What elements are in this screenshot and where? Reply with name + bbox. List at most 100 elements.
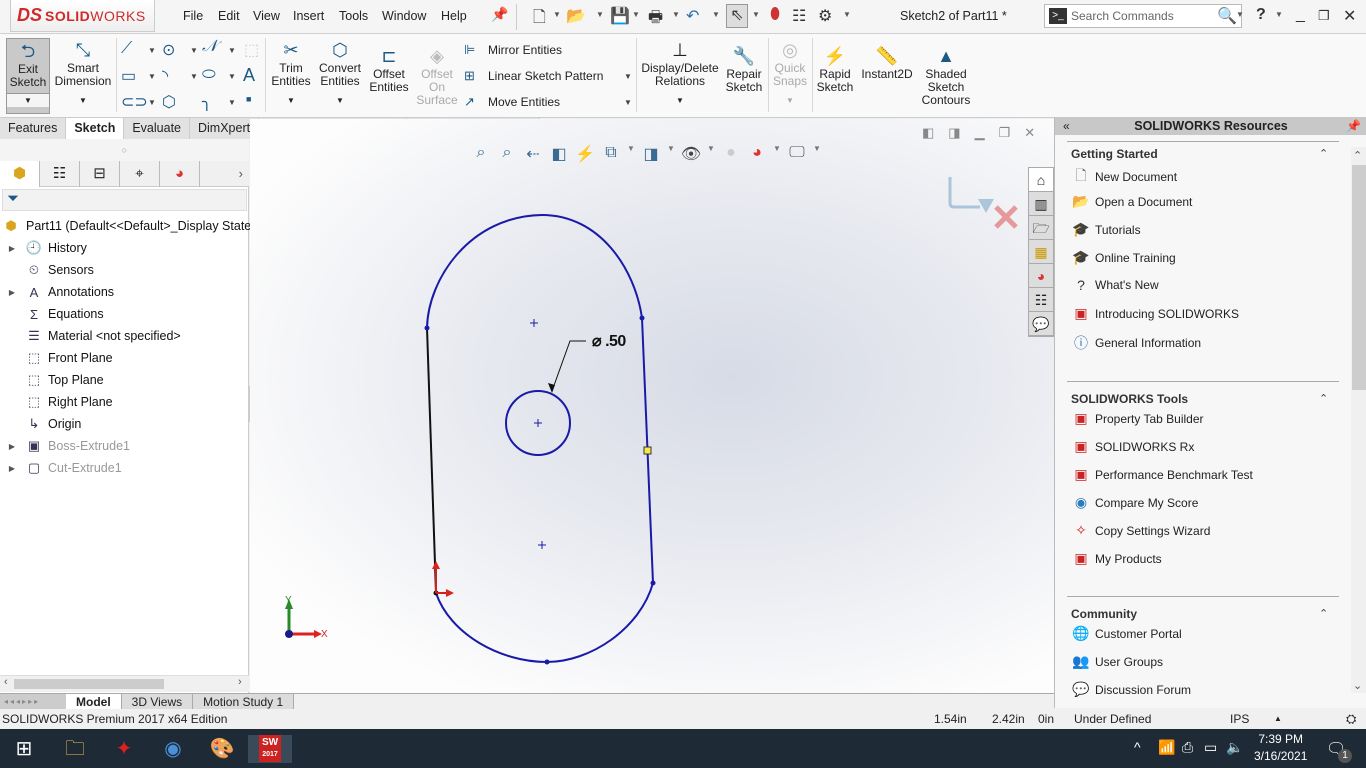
file-explorer-folder-icon[interactable]: 🗁 bbox=[1029, 216, 1053, 240]
feature-manager-tab-icon[interactable]: ⬢ bbox=[0, 161, 40, 187]
camera-icon[interactable]: ⎙ bbox=[1182, 739, 1193, 756]
collapse-section-caret-icon[interactable]: ⌃ bbox=[1319, 392, 1328, 405]
slot-icon[interactable]: ⊂⊃ bbox=[121, 92, 148, 112]
menu-view[interactable]: View bbox=[253, 9, 280, 23]
resource-link-performance-benchmark-test[interactable]: ▣ Performance Benchmark Test bbox=[1071, 466, 1252, 483]
resource-link-customer-portal[interactable]: 🌐 Customer Portal bbox=[1071, 625, 1181, 642]
sketch-fillet-icon[interactable]: ╮ bbox=[202, 92, 212, 112]
collapse-section-caret-icon[interactable]: ⌃ bbox=[1319, 607, 1328, 620]
tree-item-right-plane[interactable]: ⬚ Right Plane bbox=[0, 391, 113, 413]
dynamic-annotation-views-icon[interactable]: ⚡ bbox=[574, 144, 596, 164]
save-dropdown-icon[interactable]: ▼ bbox=[632, 10, 640, 19]
pin-pane-icon[interactable]: 📌 bbox=[1346, 117, 1361, 135]
view-settings-dropdown-icon[interactable]: ▼ bbox=[812, 144, 822, 164]
trim-entities-button[interactable]: ✂ Trim Entities ▼ bbox=[270, 38, 312, 107]
ellipse-icon[interactable]: ⬭ bbox=[202, 66, 216, 84]
minimize-window-icon[interactable]: _ bbox=[1296, 6, 1305, 24]
display-manager-tab-icon[interactable]: ◕ bbox=[160, 161, 200, 187]
tree-item-front-plane[interactable]: ⬚ Front Plane bbox=[0, 347, 113, 369]
volume-icon[interactable]: 🔈 bbox=[1226, 739, 1243, 756]
tab-evaluate[interactable]: Evaluate bbox=[124, 118, 190, 139]
spline-icon[interactable]: 𝒩 bbox=[202, 38, 217, 56]
resource-link-my-products[interactable]: ▣ My Products bbox=[1071, 550, 1161, 567]
design-library-icon[interactable]: ▥ bbox=[1029, 192, 1053, 216]
expand-arrow-icon[interactable]: ▶ bbox=[0, 442, 24, 451]
expand-arrow-icon[interactable]: ▶ bbox=[0, 244, 24, 253]
open-document-icon[interactable]: 📂 bbox=[566, 6, 586, 26]
tile-left-icon[interactable]: ◧ bbox=[922, 125, 934, 141]
offset-entities-button[interactable]: ⊏ Offset Entities bbox=[366, 44, 412, 94]
diameter-dimension-label[interactable]: ⌀ .50 bbox=[592, 331, 626, 351]
apply-scene-icon[interactable]: ◕ bbox=[746, 144, 768, 164]
windows-start-icon[interactable]: ⊞ bbox=[4, 735, 44, 763]
line-dropdown-icon[interactable]: ▼ bbox=[148, 46, 156, 55]
display-style-dropdown-icon[interactable]: ▼ bbox=[666, 144, 676, 164]
options-gear-icon[interactable]: ⚙ bbox=[818, 6, 832, 26]
scroll-down-icon[interactable]: ⌄ bbox=[1353, 679, 1362, 692]
scroll-thumb[interactable] bbox=[1352, 165, 1366, 390]
zoom-to-area-icon[interactable]: ⌕ bbox=[496, 144, 518, 164]
expand-arrow-icon[interactable]: ▶ bbox=[0, 464, 24, 473]
line-icon[interactable]: ⟋ bbox=[121, 40, 132, 58]
select-dropdown-icon[interactable]: ▼ bbox=[752, 10, 760, 19]
apply-scene-dropdown-icon[interactable]: ▼ bbox=[772, 144, 782, 164]
search-input[interactable]: Search Commands bbox=[1071, 9, 1217, 23]
graphics-area[interactable]: Y X ⌀ .50 bbox=[250, 119, 1054, 693]
tab-navigation-buttons[interactable]: ◂◂◂▸▸▸ bbox=[0, 693, 66, 710]
tab-motion-study-1[interactable]: Motion Study 1 bbox=[193, 693, 295, 710]
doc-minimize-icon[interactable]: ▁ bbox=[975, 125, 985, 141]
ellipse-dropdown-icon[interactable]: ▼ bbox=[228, 72, 236, 81]
offset-on-surface-button[interactable]: ◈ Offset On Surface bbox=[414, 44, 460, 107]
exit-sketch-dropdown-icon[interactable]: ▼ bbox=[7, 93, 49, 107]
doc-restore-icon[interactable]: ❐ bbox=[999, 125, 1011, 141]
arc-icon[interactable]: ◝ bbox=[162, 66, 168, 86]
trim-dropdown-icon[interactable]: ▼ bbox=[270, 94, 312, 107]
circle-icon[interactable]: ⊙ bbox=[162, 40, 175, 60]
app-red-star-icon[interactable]: ✦ bbox=[104, 735, 144, 763]
resource-link-online-training[interactable]: 🎓 Online Training bbox=[1071, 249, 1175, 266]
shaded-sketch-contours-button[interactable]: ▲ Shaded Sketch Contours bbox=[918, 44, 974, 107]
resource-link-property-tab-builder[interactable]: ▣ Property Tab Builder bbox=[1071, 410, 1203, 427]
restore-window-icon[interactable]: ❐ bbox=[1318, 8, 1330, 24]
linear-sketch-pattern-button[interactable]: ⊞ Linear Sketch Pattern bbox=[464, 68, 603, 84]
tab-dimxpert[interactable]: DimXpert bbox=[190, 118, 260, 139]
wifi-icon[interactable]: 📶 bbox=[1158, 739, 1175, 756]
move-entities-button[interactable]: ↗ Move Entities bbox=[464, 94, 560, 110]
print-dropdown-icon[interactable]: ▼ bbox=[672, 10, 680, 19]
scroll-left-icon[interactable]: ‹ bbox=[4, 676, 8, 688]
spline-dropdown-icon[interactable]: ▼ bbox=[228, 46, 236, 55]
unit-system-selector[interactable]: IPS bbox=[1230, 709, 1249, 729]
more-tabs-arrow-icon[interactable]: › bbox=[200, 161, 249, 186]
view-orientation-dropdown-icon[interactable]: ▼ bbox=[626, 144, 636, 164]
scroll-right-icon[interactable]: › bbox=[238, 676, 242, 688]
move-dropdown-icon[interactable]: ▼ bbox=[624, 98, 632, 107]
options-dropdown-icon[interactable]: ▼ bbox=[843, 10, 851, 19]
zoom-to-fit-icon[interactable]: ⌕ bbox=[470, 144, 492, 164]
display-delete-relations-button[interactable]: ⊥ Display/Delete Relations ▼ bbox=[640, 38, 720, 107]
tab-model[interactable]: Model bbox=[66, 693, 122, 710]
help-dropdown-icon[interactable]: ▼ bbox=[1275, 10, 1283, 19]
dimxpert-manager-tab-icon[interactable]: ⌖ bbox=[120, 161, 160, 187]
scroll-up-icon[interactable]: ⌃ bbox=[1353, 149, 1362, 162]
doc-close-icon[interactable]: ✕ bbox=[1024, 125, 1035, 141]
search-dropdown-icon[interactable]: ▼ bbox=[1236, 10, 1244, 19]
resource-link-what-s-new[interactable]: ? What's New bbox=[1071, 277, 1159, 293]
custom-properties-icon[interactable]: ☷ bbox=[1029, 288, 1053, 312]
resource-link-new-document[interactable]: 🗋 New Document bbox=[1071, 165, 1177, 189]
mirror-entities-button[interactable]: ⊫ Mirror Entities bbox=[464, 42, 562, 58]
resource-link-open-a-document[interactable]: 📂 Open a Document bbox=[1071, 193, 1192, 210]
solidworks-forum-icon[interactable]: 💬 bbox=[1029, 312, 1053, 336]
resource-link-introducing-solidworks[interactable]: ▣ Introducing SOLIDWORKS bbox=[1071, 305, 1239, 322]
instant2d-button[interactable]: 📏 Instant2D bbox=[860, 44, 914, 81]
point-icon[interactable]: ■ bbox=[246, 94, 251, 104]
previous-view-icon[interactable]: ⇠ bbox=[522, 144, 544, 164]
menu-window[interactable]: Window bbox=[382, 9, 426, 23]
help-icon[interactable]: ? bbox=[1256, 6, 1266, 24]
solidworks-logo[interactable]: DS SOLIDWORKS bbox=[10, 0, 155, 32]
exit-sketch-button[interactable]: ⮌ Exit Sketch ▼ bbox=[6, 38, 50, 114]
resource-link-solidworks-rx[interactable]: ▣ SOLIDWORKS Rx bbox=[1071, 438, 1194, 455]
quick-snaps-button[interactable]: ◎ Quick Snaps ▼ bbox=[770, 38, 810, 107]
resource-link-compare-my-score[interactable]: ◉ Compare My Score bbox=[1071, 494, 1198, 511]
rectangle-icon[interactable]: ▭ bbox=[121, 66, 136, 86]
tab-features[interactable]: Features bbox=[0, 118, 67, 139]
